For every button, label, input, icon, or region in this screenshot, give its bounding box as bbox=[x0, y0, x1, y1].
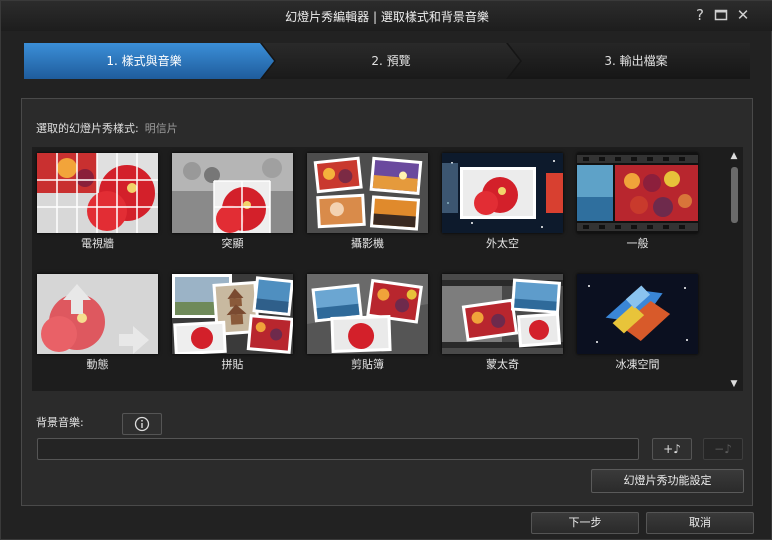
style-preview-image bbox=[37, 274, 158, 354]
wizard-step-style-music[interactable]: 1. 樣式與音樂 bbox=[24, 43, 274, 79]
style-thumb-collage[interactable]: 拼貼 bbox=[172, 274, 293, 371]
wizard-step-preview[interactable]: 2. 預覽 bbox=[262, 43, 520, 79]
style-thumb-camera[interactable]: 攝影機 bbox=[307, 153, 428, 250]
maximize-icon bbox=[714, 9, 728, 21]
style-thumb-highlight[interactable]: 突顯 bbox=[172, 153, 293, 250]
help-button[interactable]: ? bbox=[691, 6, 709, 24]
scroll-up-icon[interactable]: ▲ bbox=[728, 151, 740, 161]
music-file-field[interactable] bbox=[37, 438, 639, 460]
style-preview-image bbox=[442, 274, 563, 354]
style-label: 剪貼簿 bbox=[351, 358, 384, 371]
title-bar: 幻燈片秀編輯器 | 選取樣式和背景音樂 ? ✕ bbox=[1, 1, 772, 31]
close-button[interactable]: ✕ bbox=[734, 6, 752, 24]
scroll-down-icon[interactable]: ▼ bbox=[728, 379, 740, 389]
style-label: 突顯 bbox=[221, 237, 244, 250]
slideshow-settings-button[interactable]: 幻燈片秀功能設定 bbox=[591, 469, 744, 493]
style-thumb-general[interactable]: 一般 bbox=[577, 153, 698, 250]
add-music-button[interactable]: +♪ bbox=[652, 438, 692, 460]
style-label: 外太空 bbox=[486, 237, 519, 250]
style-thumb-tv-wall[interactable]: 電視牆 bbox=[37, 153, 158, 250]
wizard-step-label: 2. 預覽 bbox=[371, 54, 411, 68]
remove-music-button[interactable]: −♪ bbox=[703, 438, 743, 460]
style-label: 冰凍空間 bbox=[615, 358, 660, 371]
window-title: 幻燈片秀編輯器 | 選取樣式和背景音樂 bbox=[285, 10, 489, 24]
style-thumb-scrapbook[interactable]: 剪貼簿 bbox=[307, 274, 428, 371]
style-label: 拼貼 bbox=[221, 358, 244, 371]
style-preview-image bbox=[172, 274, 293, 354]
style-preview-image bbox=[307, 153, 428, 233]
style-preview-image bbox=[172, 153, 293, 233]
music-info-button[interactable] bbox=[122, 413, 162, 435]
background-music-label: 背景音樂: bbox=[36, 416, 84, 429]
style-label: 攝影機 bbox=[351, 237, 384, 250]
style-thumb-frozen-space[interactable]: 冰凍空間 bbox=[577, 274, 698, 371]
wizard-step-label: 1. 樣式與音樂 bbox=[106, 54, 182, 68]
style-label: 動態 bbox=[86, 358, 109, 371]
slideshow-editor-window: 幻燈片秀編輯器 | 選取樣式和背景音樂 ? ✕ 3. 輸出檔案 2. 預覽 1.… bbox=[0, 0, 772, 540]
wizard-steps: 3. 輸出檔案 2. 預覽 1. 樣式與音樂 bbox=[24, 43, 750, 79]
style-preview-image bbox=[442, 153, 563, 233]
selected-style-label: 選取的幻燈片秀樣式: 明信片 bbox=[36, 120, 178, 136]
style-thumb-outer-space[interactable]: 外太空 bbox=[442, 153, 563, 250]
style-thumb-montage[interactable]: 蒙太奇 bbox=[442, 274, 563, 371]
wizard-step-label: 3. 輸出檔案 bbox=[604, 54, 668, 68]
selected-style-caption: 選取的幻燈片秀樣式: bbox=[36, 122, 139, 135]
style-label: 電視牆 bbox=[81, 237, 114, 250]
selected-style-value: 明信片 bbox=[144, 122, 178, 135]
next-button[interactable]: 下一步 bbox=[531, 512, 639, 534]
cancel-button[interactable]: 取消 bbox=[646, 512, 754, 534]
gallery-scrollbar[interactable]: ▲ ▼ bbox=[728, 151, 740, 391]
style-preview-image bbox=[37, 153, 158, 233]
style-preview-image bbox=[577, 153, 698, 233]
info-icon bbox=[134, 416, 150, 432]
style-label: 一般 bbox=[626, 237, 649, 250]
style-preview-image bbox=[307, 274, 428, 354]
style-label: 蒙太奇 bbox=[486, 358, 519, 371]
maximize-button[interactable] bbox=[712, 6, 730, 24]
style-thumb-dynamic[interactable]: 動態 bbox=[37, 274, 158, 371]
wizard-step-output[interactable]: 3. 輸出檔案 bbox=[508, 43, 750, 79]
style-preview-image bbox=[577, 274, 698, 354]
scrollbar-thumb[interactable] bbox=[731, 167, 738, 223]
style-gallery: 電視牆 突顯 攝影機 外太空 一般 動態 拼貼 剪貼簿 蒙太奇 冰凍空間 bbox=[32, 147, 743, 391]
